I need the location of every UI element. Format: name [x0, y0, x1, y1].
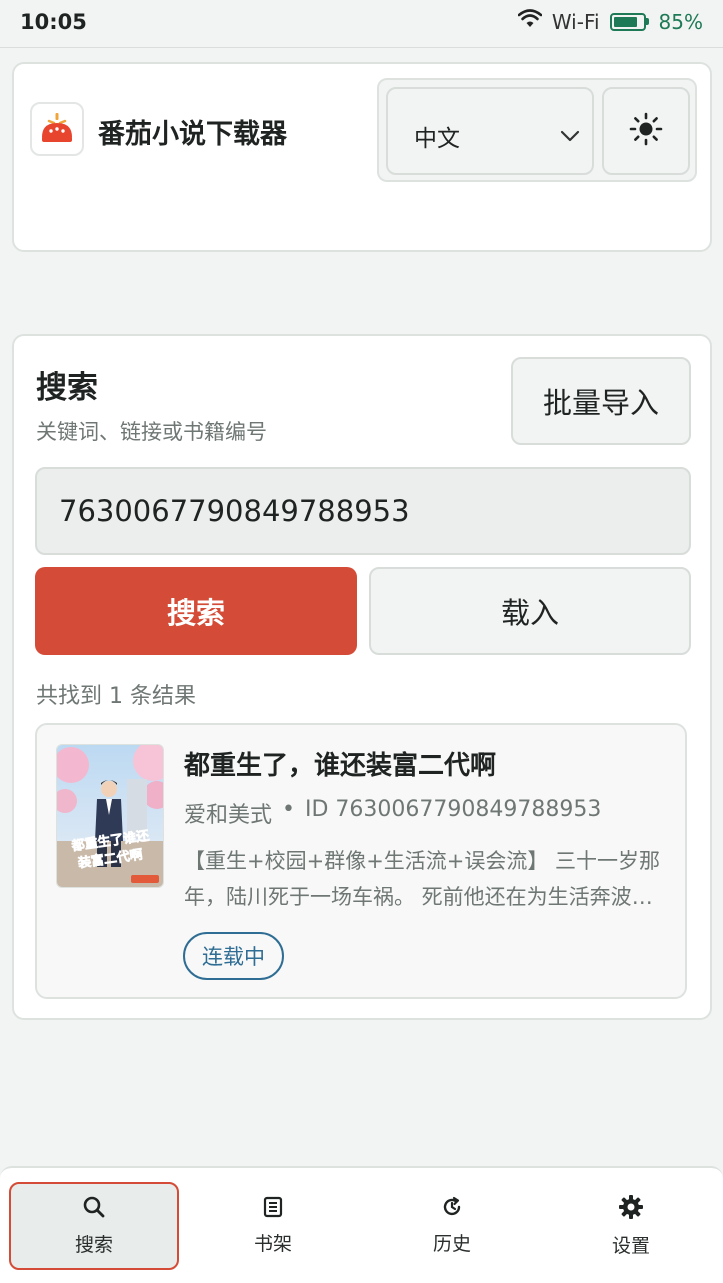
result-count: 共找到 1 条结果	[36, 684, 196, 709]
book-cover: 都重生了谁还 装富二代啊	[56, 744, 164, 888]
meta-separator: •	[282, 797, 295, 822]
search-card: 搜索 关键词、链接或书籍编号 批量导入 7630067790849788953 …	[12, 334, 712, 1020]
search-subtitle: 关键词、链接或书籍编号	[36, 420, 267, 444]
nav-item-history[interactable]: 历史	[367, 1182, 537, 1270]
app-logo-icon	[30, 102, 84, 156]
nav-label-settings: 设置	[611, 1235, 650, 1257]
book-description: 【重生+校园+群像+生活流+误会流】 三十一岁那年，陆川死于一场车祸。 死前他还…	[184, 849, 661, 909]
history-icon	[441, 1196, 463, 1223]
battery-percent: 85%	[658, 9, 703, 34]
wifi-icon	[517, 9, 543, 34]
nav-item-settings[interactable]: 设置	[546, 1182, 716, 1270]
wifi-label: Wi-Fi	[551, 9, 600, 34]
book-meta: 爱和美式 • ID 7630067790849788953	[184, 797, 601, 829]
nav-label-history: 历史	[432, 1233, 471, 1255]
load-button[interactable]: 载入	[369, 567, 691, 655]
status-bar: 10:05 Wi-Fi 85%	[0, 0, 723, 48]
app-title: 番茄小说下载器	[98, 119, 287, 150]
batch-import-button[interactable]: 批量导入	[511, 357, 691, 445]
gear-icon	[618, 1194, 644, 1225]
book-id: ID 7630067790849788953	[305, 797, 602, 822]
book-title[interactable]: 都重生了，谁还装富二代啊	[184, 745, 496, 782]
search-input[interactable]: 7630067790849788953	[35, 467, 691, 555]
chevron-down-icon	[560, 127, 580, 146]
language-select-value: 中文	[414, 126, 460, 152]
status-badge: 连载中	[183, 932, 284, 980]
search-icon	[82, 1195, 106, 1224]
battery-icon	[609, 12, 649, 31]
nav-item-search[interactable]: 搜索	[9, 1182, 179, 1270]
header-card: 番茄小说下载器 中文	[12, 62, 712, 252]
result-item[interactable]: 都重生了谁还 装富二代啊 都重生了，谁还装富二代啊 爱和美式 • ID 7630…	[35, 723, 687, 999]
sun-icon	[629, 112, 663, 150]
book-author: 爱和美式	[184, 803, 273, 828]
bookshelf-icon	[262, 1196, 284, 1223]
nav-item-bookshelf[interactable]: 书架	[188, 1182, 358, 1270]
language-select[interactable]: 中文	[386, 87, 594, 175]
status-time: 10:05	[20, 10, 87, 34]
search-title: 搜索	[36, 370, 98, 406]
header-controls: 中文	[377, 78, 697, 182]
nav-label-search: 搜索	[74, 1234, 113, 1256]
search-button[interactable]: 搜索	[35, 567, 357, 655]
bottom-nav: 搜索 书架 历史 设置	[0, 1166, 723, 1283]
status-indicators: Wi-Fi 85%	[517, 9, 703, 34]
nav-label-bookshelf: 书架	[253, 1233, 292, 1255]
theme-toggle-button[interactable]	[602, 87, 690, 175]
